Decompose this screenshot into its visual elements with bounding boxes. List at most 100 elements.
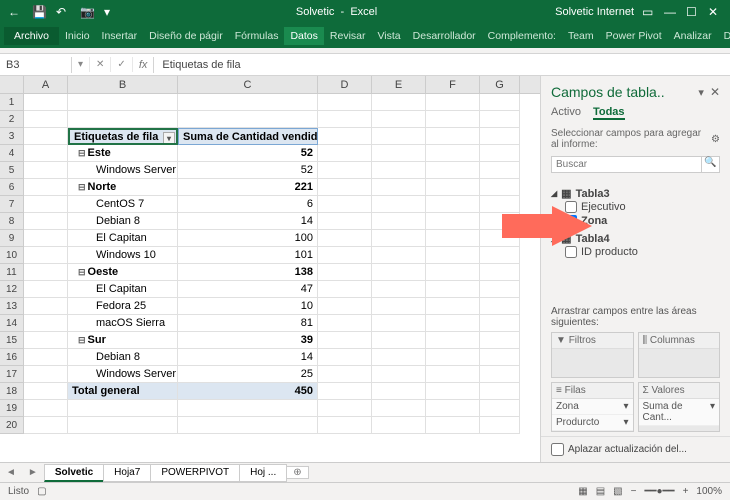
tab-vista[interactable]: Vista xyxy=(371,27,406,45)
cell-C13[interactable]: 10 xyxy=(178,298,318,315)
enter-formula[interactable]: ✓ xyxy=(111,57,132,72)
cell-B10[interactable]: Windows 10 xyxy=(68,247,178,264)
row-header[interactable]: 9 xyxy=(0,230,24,247)
cell-C20[interactable] xyxy=(178,417,318,434)
cell-G18[interactable] xyxy=(480,383,520,400)
cell-A14[interactable] xyxy=(24,315,68,332)
zoom-level[interactable]: 100% xyxy=(696,486,722,497)
cell-G1[interactable] xyxy=(480,94,520,111)
cell-C8[interactable]: 14 xyxy=(178,213,318,230)
tab-desarrollador[interactable]: Desarrollador xyxy=(407,27,482,45)
cell-C15[interactable]: 39 xyxy=(178,332,318,349)
row-header[interactable]: 19 xyxy=(0,400,24,417)
cell-B16[interactable]: Debian 8 xyxy=(68,349,178,366)
cell-B2[interactable] xyxy=(68,111,178,128)
cell-F3[interactable] xyxy=(426,128,480,145)
cell-A13[interactable] xyxy=(24,298,68,315)
new-sheet-button[interactable]: ⊕ xyxy=(286,466,308,479)
row-header[interactable]: 14 xyxy=(0,315,24,332)
collapse-icon[interactable]: ⊟ xyxy=(78,148,88,158)
row-header[interactable]: 2 xyxy=(0,111,24,128)
sheet-tab-hoj ...[interactable]: Hoj ... xyxy=(239,464,287,482)
pane-close-icon[interactable]: ✕ xyxy=(710,85,720,99)
cell-E1[interactable] xyxy=(372,94,426,111)
cell-D13[interactable] xyxy=(318,298,372,315)
tab-datos[interactable]: Datos xyxy=(284,27,323,45)
cell-C14[interactable]: 81 xyxy=(178,315,318,332)
cell-E11[interactable] xyxy=(372,264,426,281)
row-header[interactable]: 6 xyxy=(0,179,24,196)
pane-tab-all[interactable]: Todas xyxy=(593,106,625,120)
row-header[interactable]: 18 xyxy=(0,383,24,400)
field-checkbox[interactable] xyxy=(565,246,577,258)
cell-A10[interactable] xyxy=(24,247,68,264)
sheet-tab-solvetic[interactable]: Solvetic xyxy=(44,464,104,482)
cell-D8[interactable] xyxy=(318,213,372,230)
cell-C6[interactable]: 221 xyxy=(178,179,318,196)
expand-icon[interactable]: ◢ xyxy=(551,189,557,198)
name-box-dropdown[interactable]: ▾ xyxy=(72,57,90,72)
area-rows[interactable]: ≡ Filas Zona▾ Produrcto▾ xyxy=(551,382,634,432)
cell-G17[interactable] xyxy=(480,366,520,383)
tab-inicio[interactable]: Inicio xyxy=(59,27,96,45)
cell-D9[interactable] xyxy=(318,230,372,247)
cell-D3[interactable] xyxy=(318,128,372,145)
cell-D16[interactable] xyxy=(318,349,372,366)
cell-B6[interactable]: ⊟Norte xyxy=(68,179,178,196)
undo-icon[interactable]: ↶ xyxy=(56,5,70,19)
cell-F6[interactable] xyxy=(426,179,480,196)
cell-E10[interactable] xyxy=(372,247,426,264)
zoom-slider[interactable]: ━━●━━ xyxy=(644,486,674,497)
cell-B18[interactable]: Total general xyxy=(68,383,178,400)
save-icon[interactable]: 💾 xyxy=(32,5,46,19)
name-box[interactable]: B3 xyxy=(0,57,72,73)
cell-B1[interactable] xyxy=(68,94,178,111)
cell-C18[interactable]: 450 xyxy=(178,383,318,400)
area-columns[interactable]: ⫼ Columnas xyxy=(638,332,721,378)
ribbon-display-icon[interactable]: ▭ xyxy=(642,5,656,19)
row-header[interactable]: 17 xyxy=(0,366,24,383)
cell-C5[interactable]: 52 xyxy=(178,162,318,179)
row-header[interactable]: 7 xyxy=(0,196,24,213)
value-field-suma[interactable]: Suma de Cant...▾ xyxy=(639,399,720,426)
cell-E5[interactable] xyxy=(372,162,426,179)
cell-E17[interactable] xyxy=(372,366,426,383)
defer-checkbox[interactable] xyxy=(551,443,564,456)
row-header[interactable]: 15 xyxy=(0,332,24,349)
row-header[interactable]: 3 xyxy=(0,128,24,145)
tab-analizar[interactable]: Analizar xyxy=(668,27,718,45)
col-header-G[interactable]: G xyxy=(480,76,520,93)
row-field-producto[interactable]: Produrcto▾ xyxy=(552,415,633,431)
cell-B13[interactable]: Fedora 25 xyxy=(68,298,178,315)
cell-E15[interactable] xyxy=(372,332,426,349)
cell-G6[interactable] xyxy=(480,179,520,196)
cell-A4[interactable] xyxy=(24,145,68,162)
cell-F20[interactable] xyxy=(426,417,480,434)
cell-G16[interactable] xyxy=(480,349,520,366)
cell-C17[interactable]: 25 xyxy=(178,366,318,383)
col-header-B[interactable]: B xyxy=(68,76,178,93)
cell-B4[interactable]: ⊟Este xyxy=(68,145,178,162)
area-values[interactable]: Σ Valores Suma de Cant...▾ xyxy=(638,382,721,432)
cell-A16[interactable] xyxy=(24,349,68,366)
cell-C7[interactable]: 6 xyxy=(178,196,318,213)
cell-B9[interactable]: El Capitan xyxy=(68,230,178,247)
select-all-corner[interactable] xyxy=(0,76,24,93)
table-group-tabla3[interactable]: ◢▦ Tabla3 xyxy=(551,187,720,200)
cell-B8[interactable]: Debian 8 xyxy=(68,213,178,230)
cell-D11[interactable] xyxy=(318,264,372,281)
cell-A15[interactable] xyxy=(24,332,68,349)
row-header[interactable]: 20 xyxy=(0,417,24,434)
cell-E16[interactable] xyxy=(372,349,426,366)
col-header-A[interactable]: A xyxy=(24,76,68,93)
tab-frmulas[interactable]: Fórmulas xyxy=(229,27,285,45)
cell-A18[interactable] xyxy=(24,383,68,400)
col-header-D[interactable]: D xyxy=(318,76,372,93)
cell-E2[interactable] xyxy=(372,111,426,128)
cell-A9[interactable] xyxy=(24,230,68,247)
cell-G19[interactable] xyxy=(480,400,520,417)
tab-diseodepgir[interactable]: Diseño de págir xyxy=(143,27,229,45)
fx-button[interactable]: fx xyxy=(133,57,155,73)
cell-F2[interactable] xyxy=(426,111,480,128)
cell-F5[interactable] xyxy=(426,162,480,179)
